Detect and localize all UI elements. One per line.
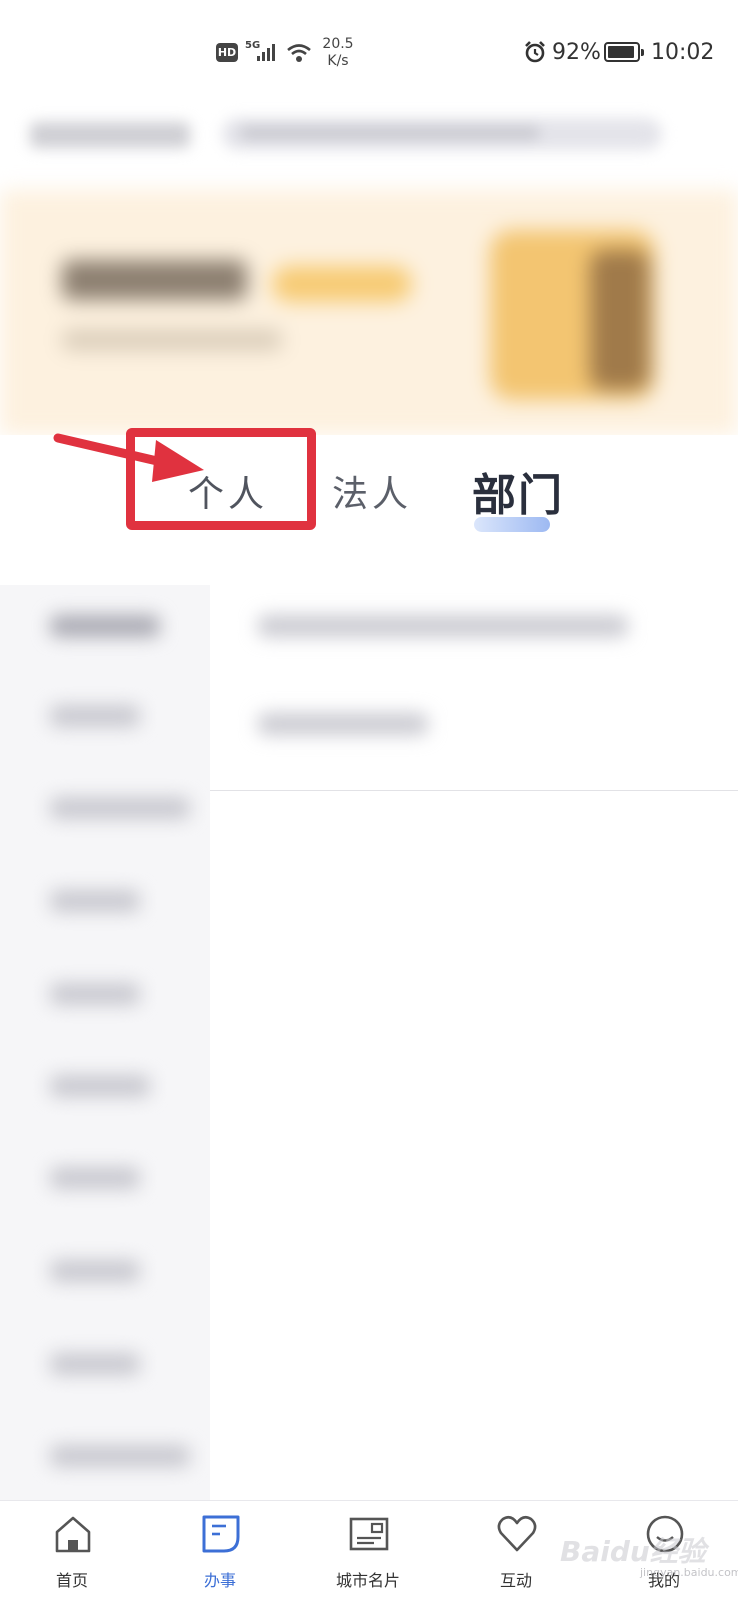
category-item-blur[interactable] (50, 1167, 140, 1189)
category-item-blur[interactable] (50, 1260, 140, 1282)
category-item-blur[interactable] (50, 705, 140, 727)
tab-department[interactable]: 部门 (472, 459, 564, 523)
nav-city-card[interactable]: 城市名片 (308, 1501, 428, 1600)
network-speed: 20.5 K/s (318, 36, 358, 70)
nav-home-label: 首页 (55, 1571, 88, 1590)
service-item-blur[interactable] (258, 615, 628, 637)
hd-icon: HD (216, 43, 238, 62)
heart-icon (497, 1515, 537, 1552)
nav-interaction-label: 互动 (499, 1571, 532, 1590)
banner-title-blur (62, 260, 247, 300)
banner-image-figure (590, 250, 650, 390)
active-tab-indicator (474, 517, 550, 532)
nav-services-label: 办事 (203, 1571, 236, 1590)
banner-button-blur (272, 266, 412, 302)
nav-services[interactable]: 办事 (160, 1501, 280, 1600)
status-bar: HD 5G 20.5 K/s 92% 10:02 (0, 0, 738, 100)
category-item-blur[interactable] (50, 983, 140, 1005)
pointer-arrow-icon (53, 433, 204, 482)
app-screen: HD 5G 20.5 K/s 92% 10:02 个人 法人 部门 首页 办事 … (0, 0, 738, 1600)
home-icon (55, 1516, 91, 1553)
promo-banner[interactable] (0, 190, 738, 435)
service-item-blur[interactable] (258, 713, 428, 735)
category-item-blur[interactable] (50, 615, 160, 637)
department-service-list (210, 585, 738, 790)
category-item-blur[interactable] (50, 1075, 150, 1097)
category-item-blur[interactable] (50, 1353, 140, 1375)
document-icon (202, 1515, 240, 1553)
watermark-url: jingyan.baidu.com (640, 1566, 738, 1579)
signal-icon (257, 44, 275, 61)
nav-home[interactable]: 首页 (12, 1501, 132, 1600)
battery-percent: 92% (552, 40, 601, 65)
department-category-list (0, 585, 210, 1505)
category-item-blur[interactable] (50, 1445, 190, 1467)
blurred-header-title (30, 122, 190, 148)
postcard-icon (349, 1517, 389, 1551)
alarm-icon (525, 41, 545, 63)
battery-icon (604, 42, 644, 62)
banner-subtitle-blur (62, 330, 282, 350)
network-speed-value: 20.5 (322, 36, 354, 52)
list-divider (210, 790, 738, 791)
network-speed-unit: K/s (327, 53, 349, 69)
nav-interaction[interactable]: 互动 (456, 1501, 576, 1600)
category-item-blur[interactable] (50, 890, 140, 912)
blurred-header (0, 104, 738, 184)
clock-time: 10:02 (651, 40, 715, 65)
category-item-blur[interactable] (50, 797, 190, 819)
wifi-icon (287, 44, 311, 62)
watermark-logo: Baidu经验 (560, 1535, 706, 1568)
blurred-search-placeholder (240, 126, 540, 140)
nav-city-card-label: 城市名片 (335, 1571, 400, 1590)
tab-legal-entity[interactable]: 法人 (332, 465, 412, 517)
